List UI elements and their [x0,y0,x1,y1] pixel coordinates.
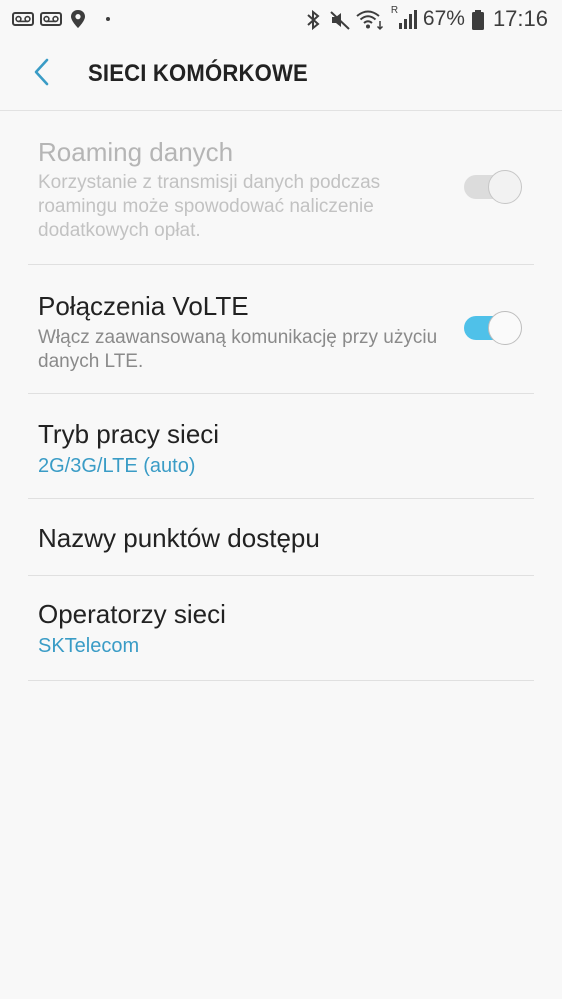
data-roaming-toggle[interactable] [462,170,522,204]
mute-icon [329,9,350,30]
battery-icon [471,9,485,30]
location-icon [68,9,88,29]
setting-title: Połączenia VoLTE [38,291,249,321]
setting-title: Roaming danych [38,137,234,167]
setting-title: Nazwy punktów dostępu [38,523,320,553]
status-right-icons: R 67% 17:16 [303,5,548,32]
voicemail-icon [12,9,34,29]
setting-title: Tryb pracy sieci [38,419,220,449]
voicemail-icon [40,9,62,29]
setting-value: 2G/3G/LTE (auto) [38,455,196,477]
back-button[interactable] [12,38,74,111]
bluetooth-icon [303,9,323,31]
setting-network-mode[interactable]: Tryb pracy sieci 2G/3G/LTE (auto) [28,394,534,499]
setting-value: SKTelecom [38,635,140,657]
signal-icon: R [391,5,417,29]
settings-list: Roaming danych Korzystanie z transmisji … [0,111,562,681]
battery-percent: 67% [422,7,465,30]
status-bar: R 67% 17:16 [0,0,562,38]
wifi-icon [355,9,385,31]
setting-network-operators[interactable]: Operatorzy sieci SKTelecom [28,576,534,681]
status-left-icons [12,9,116,29]
setting-title: Operatorzy sieci [38,599,226,629]
clock: 17:16 [492,6,548,31]
setting-volte-calls[interactable]: Połączenia VoLTE Włącz zaawansowaną komu… [28,265,534,394]
setting-data-roaming[interactable]: Roaming danych Korzystanie z transmisji … [28,111,534,265]
setting-description: Włącz zaawansowaną komunikację przy użyc… [38,327,438,372]
dot-icon [96,9,116,29]
page-title: SIECI KOMÓRKOWE [88,60,308,87]
volte-toggle[interactable] [462,311,522,345]
setting-description: Korzystanie z transmisji danych podczas … [38,172,381,241]
setting-access-point-names[interactable]: Nazwy punktów dostępu [28,499,534,576]
back-arrow-icon [31,57,55,92]
app-bar: SIECI KOMÓRKOWE [0,38,562,111]
signal-roaming-label: R [390,5,399,16]
